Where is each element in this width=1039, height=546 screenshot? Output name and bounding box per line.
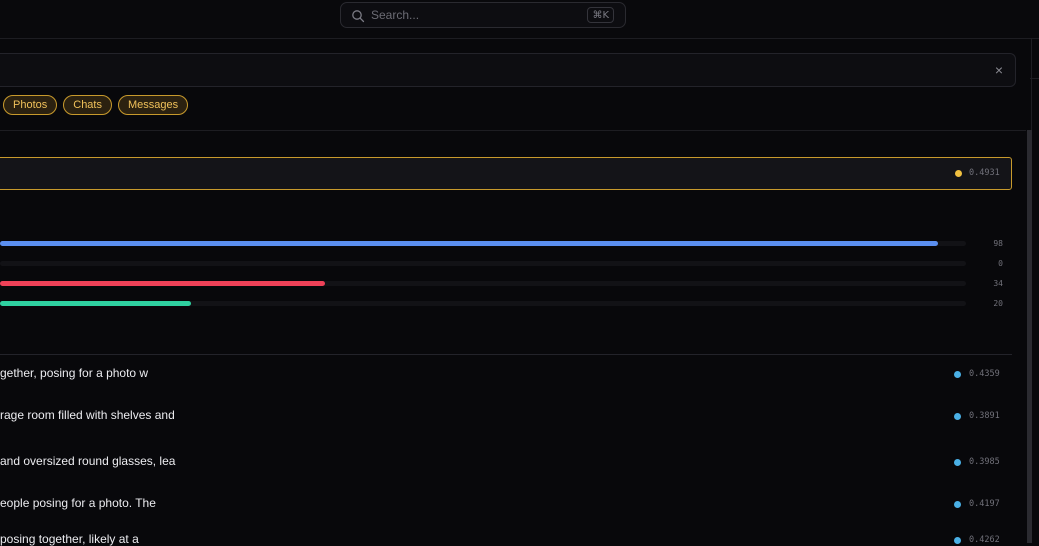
score-bars: 98 0 34 20 — [0, 236, 1010, 316]
header-divider — [0, 130, 1026, 131]
score-dot — [955, 170, 962, 177]
result-score: 0.4262 — [969, 535, 1000, 545]
result-text: posing together, likely at a — [0, 532, 139, 546]
bar-fill — [0, 301, 192, 306]
scrollbar[interactable] — [1027, 130, 1032, 543]
bar-value-label: 34 — [993, 279, 1003, 288]
score-dot — [954, 459, 961, 466]
result-score: 0.4359 — [969, 369, 1000, 379]
result-score: 0.3891 — [969, 411, 1000, 421]
bar-fill — [0, 241, 938, 246]
result-score: 0.3985 — [969, 457, 1000, 467]
search-input[interactable]: Search... ⌘K — [340, 2, 626, 28]
bar-track — [0, 261, 966, 266]
result-text: rage room filled with shelves and — [0, 408, 175, 422]
result-score: 0.4197 — [969, 499, 1000, 509]
results-divider — [0, 354, 1012, 355]
top-result-card[interactable]: 0.4931 — [0, 157, 1012, 190]
bar-value-label: 20 — [993, 299, 1003, 308]
close-icon[interactable]: × — [995, 62, 1003, 78]
bar-track — [0, 301, 966, 306]
bar-track — [0, 281, 966, 286]
result-text: and oversized round glasses, lea — [0, 454, 176, 468]
bar-value-label: 98 — [993, 239, 1003, 248]
result-text: eople posing for a photo. The — [0, 496, 156, 510]
score-dot — [954, 501, 961, 508]
bar-fill — [0, 281, 326, 286]
query-box[interactable]: × — [0, 53, 1016, 87]
filter-chips: Photos Chats Messages — [3, 95, 189, 115]
score-dot — [954, 413, 961, 420]
top-bar: Search... ⌘K — [0, 0, 1039, 39]
result-text: gether, posing for a photo w — [0, 366, 149, 380]
search-icon — [352, 10, 365, 23]
search-placeholder: Search... — [371, 8, 420, 22]
search-shortcut-badge: ⌘K — [587, 7, 614, 23]
right-panel-divider — [1030, 78, 1039, 79]
score-dot — [954, 371, 961, 378]
bar-value-label: 0 — [998, 259, 1003, 268]
filter-chip-messages[interactable]: Messages — [118, 95, 189, 115]
top-result-score: 0.4931 — [969, 168, 1000, 178]
bar-track — [0, 241, 966, 246]
filter-chip-photos[interactable]: Photos — [3, 95, 58, 115]
filter-chip-chats[interactable]: Chats — [63, 95, 112, 115]
